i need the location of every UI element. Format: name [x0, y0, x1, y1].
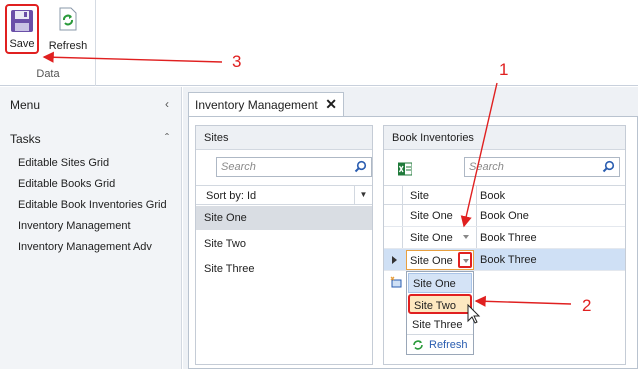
left-nav: Menu ‹ Tasks ˆ Editable Sites Grid Edita…: [0, 87, 182, 369]
book-inventories-title: Book Inventories: [392, 132, 474, 144]
search-icon[interactable]: [354, 160, 367, 173]
menu-label: Menu: [10, 98, 41, 112]
main-area: Inventory Management ✕ Sites Search Sort…: [183, 87, 638, 369]
cell-site[interactable]: Site One: [410, 210, 453, 222]
tasks-label: Tasks: [10, 132, 41, 146]
excel-export-icon[interactable]: [398, 162, 412, 176]
refresh-icon: [59, 7, 77, 31]
nav-item-inventory-management-adv[interactable]: Inventory Management Adv: [18, 241, 152, 253]
site-row[interactable]: Site One: [196, 206, 372, 230]
ribbon: Save Refresh Data: [0, 0, 638, 86]
dropdown-refresh-button[interactable]: Refresh: [407, 334, 473, 354]
book-inventories-panel: Book Inventories Search Site Book Site O…: [383, 125, 626, 365]
collapse-tasks-icon[interactable]: ˆ: [165, 131, 169, 145]
tab-title: Inventory Management: [195, 98, 318, 112]
book-inventories-header: Book Inventories: [384, 126, 625, 150]
data-group: Save Refresh Data: [0, 0, 96, 86]
sites-panel: Sites Search Sort by: Id ▼ Site One Site…: [195, 125, 373, 365]
sites-search-input[interactable]: Search: [216, 157, 372, 177]
sites-title: Sites: [204, 132, 229, 144]
floppy-disk-icon: [11, 10, 33, 32]
nav-item-inventory-management[interactable]: Inventory Management: [18, 220, 131, 232]
nav-item-editable-books-grid[interactable]: Editable Books Grid: [18, 178, 115, 190]
collapse-menu-icon[interactable]: ‹: [165, 97, 169, 111]
dropdown-option-site-three[interactable]: Site Three: [408, 315, 472, 335]
book-inventories-search-placeholder: Search: [469, 161, 504, 173]
option-label: Site Two: [414, 300, 456, 312]
callout-3: 3: [232, 52, 242, 71]
group-label: Data: [36, 68, 60, 80]
save-label: Save: [9, 38, 35, 50]
site-dropdown-list: Site One Site Two Site Three Refresh: [406, 271, 474, 355]
sort-dropdown-icon[interactable]: ▼: [354, 186, 372, 204]
tab-inventory-management[interactable]: Inventory Management ✕: [188, 92, 344, 116]
sites-search-placeholder: Search: [221, 161, 256, 173]
nav-item-editable-book-inventories-grid[interactable]: Editable Book Inventories Grid: [18, 199, 167, 211]
table-row[interactable]: Site One Book One: [384, 205, 625, 227]
callout-2: 2: [582, 296, 592, 315]
cell-site[interactable]: Site One: [410, 232, 453, 244]
chevron-down-icon[interactable]: [463, 235, 469, 239]
grid-header: Site Book: [384, 185, 625, 205]
site-combobox[interactable]: Site One: [406, 250, 474, 270]
dropdown-refresh-label: Refresh: [429, 339, 468, 351]
refresh-button[interactable]: Refresh: [47, 4, 89, 54]
cell-book[interactable]: Book One: [480, 210, 529, 222]
dropdown-option-site-two[interactable]: Site Two: [408, 294, 472, 314]
site-name: Site Two: [204, 238, 246, 250]
sort-label: Sort by: Id: [206, 190, 257, 202]
callout-1: 1: [499, 60, 509, 79]
col-header-book[interactable]: Book: [480, 190, 505, 202]
cell-book[interactable]: Book Three: [480, 232, 537, 244]
table-row-editing[interactable]: Site One Book Three: [384, 249, 625, 271]
chevron-down-icon: [463, 259, 469, 263]
current-row-indicator-icon: [392, 256, 397, 264]
sort-selector[interactable]: Sort by: Id ▼: [196, 185, 372, 205]
tab-content: Sites Search Sort by: Id ▼ Site One Site…: [188, 116, 638, 369]
combobox-value: Site One: [410, 255, 453, 267]
col-header-site[interactable]: Site: [410, 190, 429, 202]
site-row[interactable]: Site Two: [196, 232, 372, 256]
nav-item-editable-sites-grid[interactable]: Editable Sites Grid: [18, 157, 109, 169]
option-label: Site Three: [412, 319, 463, 331]
site-name: Site Three: [204, 263, 255, 275]
site-row[interactable]: Site Three: [196, 257, 372, 281]
save-button[interactable]: Save: [5, 4, 39, 54]
refresh-label: Refresh: [48, 40, 88, 52]
search-icon[interactable]: [602, 160, 615, 173]
book-inventories-search-input[interactable]: Search: [464, 157, 620, 177]
dropdown-option-site-one[interactable]: Site One: [408, 273, 472, 293]
cell-book[interactable]: Book Three: [480, 254, 537, 266]
combobox-dropdown-button[interactable]: [458, 252, 472, 268]
menu-header[interactable]: Menu ‹: [10, 97, 169, 116]
refresh-icon: [413, 340, 423, 350]
close-tab-icon[interactable]: ✕: [325, 96, 337, 113]
option-label: Site One: [413, 278, 456, 290]
table-row[interactable]: Site One Book Three: [384, 227, 625, 249]
site-name: Site One: [204, 212, 247, 224]
tasks-header[interactable]: Tasks ˆ: [10, 131, 169, 150]
new-row-icon: [390, 276, 402, 288]
sites-header: Sites: [196, 126, 372, 150]
